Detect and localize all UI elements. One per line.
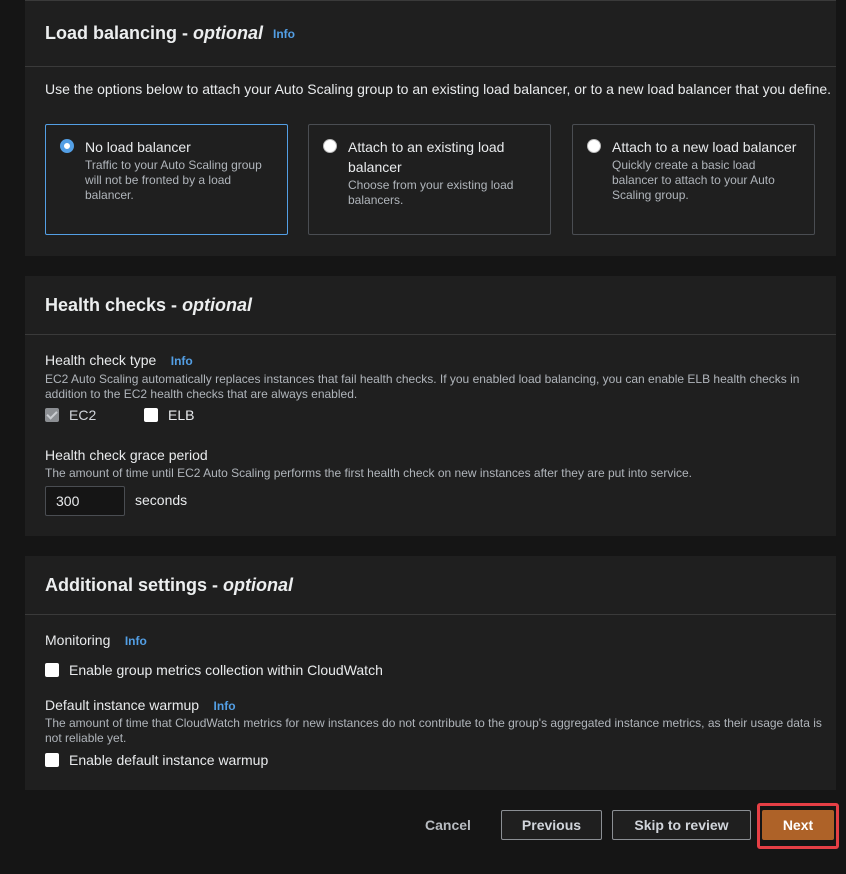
radio-icon[interactable] [587, 139, 601, 153]
option-description: Choose from your existing load balancers… [348, 178, 514, 207]
load-balancing-info-link[interactable]: Info [273, 27, 295, 41]
cancel-button[interactable]: Cancel [418, 810, 478, 840]
ec2-checkbox [45, 408, 59, 422]
option-existing-load-balancer[interactable]: Attach to an existing load balancer Choo… [308, 124, 551, 235]
radio-selected-icon[interactable] [60, 139, 74, 153]
next-button-highlight [757, 803, 839, 849]
health-checks-header: Health checks - optional [25, 276, 836, 335]
health-check-type-description: EC2 Auto Scaling automatically replaces … [45, 372, 800, 401]
warmup-row: Default instance warmup Info [45, 697, 236, 715]
option-description: Traffic to your Auto Scaling group will … [85, 158, 262, 202]
warmup-checkbox-label: Enable default instance warmup [69, 752, 269, 768]
warmup-info-link[interactable]: Info [214, 699, 236, 713]
metrics-checkbox[interactable] [45, 663, 59, 677]
load-balancing-title: Load balancing - optional [45, 23, 264, 43]
grace-period-description: The amount of time until EC2 Auto Scalin… [45, 466, 692, 480]
radio-icon[interactable] [323, 139, 337, 153]
load-balancing-panel: Load balancing - optional Info Use the o… [25, 0, 836, 256]
health-check-type-info-link[interactable]: Info [171, 354, 193, 368]
grace-period-label: Health check grace period [45, 447, 208, 463]
monitoring-label: Monitoring [45, 632, 111, 648]
option-description: Quickly create a basic load balancer to … [612, 158, 775, 202]
metrics-checkbox-label: Enable group metrics collection within C… [69, 662, 383, 678]
warmup-checkbox-row[interactable]: Enable default instance warmup [45, 752, 268, 768]
monitoring-info-link[interactable]: Info [125, 634, 147, 648]
elb-checkbox[interactable] [144, 408, 158, 422]
option-title: Attach to a new load balancer [612, 139, 797, 155]
monitoring-row: Monitoring Info [45, 632, 147, 650]
metrics-checkbox-row[interactable]: Enable group metrics collection within C… [45, 662, 383, 678]
health-check-type-row: Health check type Info [45, 352, 193, 370]
health-checks-title: Health checks - optional [45, 294, 253, 315]
warmup-label: Default instance warmup [45, 697, 200, 713]
skip-to-review-button[interactable]: Skip to review [612, 810, 751, 840]
grace-period-input[interactable] [45, 486, 125, 516]
ec2-label: EC2 [69, 407, 97, 423]
warmup-checkbox[interactable] [45, 753, 59, 767]
load-balancing-description: Use the options below to attach your Aut… [45, 81, 832, 97]
additional-settings-header: Additional settings - optional [25, 556, 836, 615]
option-new-load-balancer[interactable]: Attach to a new load balancer Quickly cr… [572, 124, 815, 235]
health-checks-panel: Health checks - optional Health check ty… [25, 276, 836, 536]
option-title: No load balancer [85, 139, 191, 155]
additional-settings-title: Additional settings - optional [45, 574, 293, 595]
option-title: Attach to an existing load balancer [348, 139, 505, 175]
ec2-checkbox-row: EC2 [45, 407, 96, 423]
elb-label: ELB [168, 407, 195, 423]
load-balancing-header: Load balancing - optional Info [25, 1, 836, 67]
option-no-load-balancer[interactable]: No load balancer Traffic to your Auto Sc… [45, 124, 288, 235]
elb-checkbox-row[interactable]: ELB [144, 407, 194, 423]
additional-settings-panel: Additional settings - optional Monitorin… [25, 556, 836, 790]
health-check-type-label: Health check type [45, 352, 157, 368]
grace-period-unit: seconds [135, 492, 188, 508]
previous-button[interactable]: Previous [501, 810, 602, 840]
warmup-description: The amount of time that CloudWatch metri… [45, 716, 822, 745]
